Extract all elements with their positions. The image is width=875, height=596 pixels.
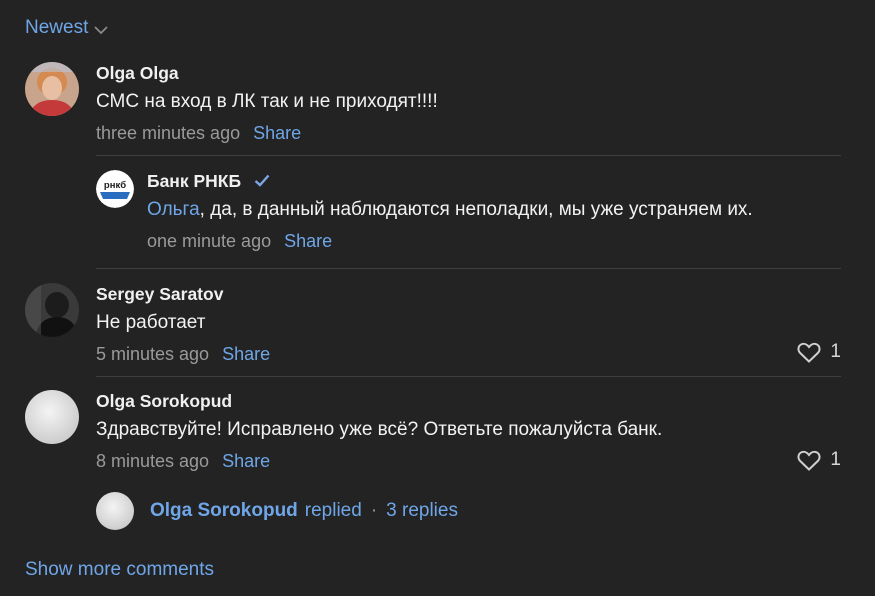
chevron-down-icon xyxy=(94,25,108,34)
replier-name: Olga Sorokopud xyxy=(150,500,298,521)
like-count: 1 xyxy=(830,341,841,362)
share-button[interactable]: Share xyxy=(222,342,270,366)
share-button[interactable]: Share xyxy=(222,449,270,473)
replied-label: replied xyxy=(304,500,362,521)
reply-time: one minute ago xyxy=(147,231,272,251)
view-replies-button[interactable]: Olga Sorokopud replied · 3 replies xyxy=(96,492,458,530)
sort-label: Newest xyxy=(25,17,89,38)
avatar[interactable] xyxy=(25,283,79,337)
avatar[interactable] xyxy=(25,62,79,116)
like-button[interactable]: 1 xyxy=(797,449,841,471)
comment-text: Здравствуйте! Исправлено уже всё? Ответь… xyxy=(96,419,663,440)
divider xyxy=(96,155,841,156)
separator-dot: · xyxy=(370,500,378,521)
replies-count: 3 replies xyxy=(386,500,458,521)
show-more-comments-button[interactable]: Show more comments xyxy=(25,559,214,581)
comment-author[interactable]: Olga Olga xyxy=(96,62,841,84)
comment-text: Не работает xyxy=(96,312,206,333)
sort-dropdown[interactable]: Newest xyxy=(25,17,108,39)
replier-avatar xyxy=(96,492,134,530)
avatar[interactable] xyxy=(25,390,79,444)
comment-time: three minutes ago xyxy=(96,123,241,143)
comment-time: 8 minutes ago xyxy=(96,451,210,471)
mention-link[interactable]: Ольга xyxy=(147,199,200,220)
heart-icon xyxy=(797,450,821,471)
like-count: 1 xyxy=(830,449,841,470)
verified-check-icon xyxy=(254,175,270,188)
comment-author[interactable]: Sergey Saratov xyxy=(96,283,841,305)
share-button[interactable]: Share xyxy=(253,121,301,145)
comment-time: 5 minutes ago xyxy=(96,344,210,364)
share-button[interactable]: Share xyxy=(284,229,332,253)
comment-text: СМС на вход в ЛК так и не приходят!!!! xyxy=(96,91,438,112)
heart-icon xyxy=(797,342,821,363)
divider xyxy=(96,268,841,269)
comment-author[interactable]: Olga Sorokopud xyxy=(96,390,841,412)
reply-author[interactable]: Банк РНКБ xyxy=(147,171,241,191)
reply-text: Ольга, да, в данный наблюдаются неполадк… xyxy=(147,197,841,223)
reply-text-body: , да, в данный наблюдаются неполадки, мы… xyxy=(199,199,753,220)
bank-avatar[interactable]: рнкб xyxy=(96,170,134,208)
like-button[interactable]: 1 xyxy=(797,341,841,363)
bank-logo-text: рнкб xyxy=(104,180,126,191)
divider xyxy=(96,376,841,377)
